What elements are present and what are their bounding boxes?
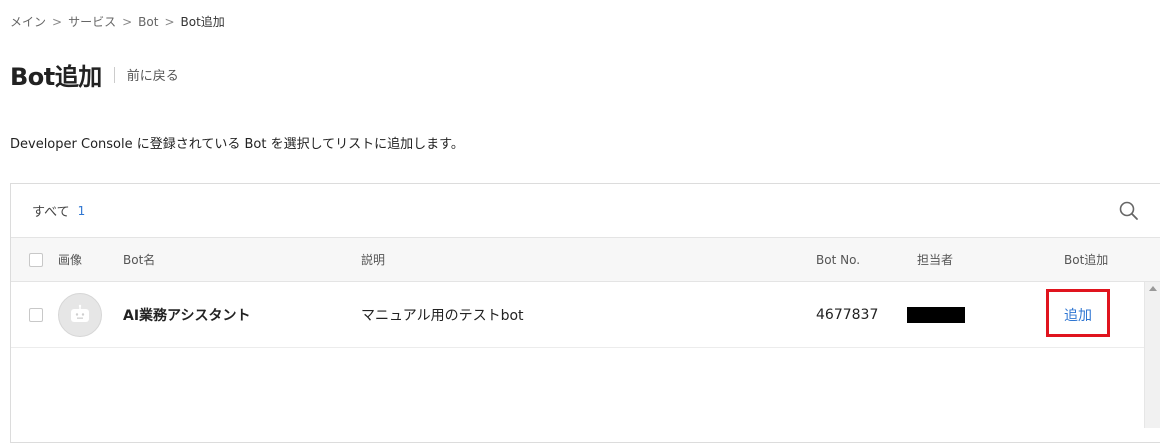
column-header-add: Bot追加: [1064, 253, 1109, 267]
bot-name: AI業務アシスタント: [123, 307, 251, 324]
column-header-bot-no[interactable]: Bot No.: [816, 238, 860, 281]
table-header: 画像 Bot名 説明 Bot No. 担当者 Bot追加: [11, 237, 1160, 282]
column-header-name[interactable]: Bot名: [123, 238, 155, 281]
table-row: AI業務アシスタント マニュアル用のテストbot 4677837 追加: [11, 282, 1160, 348]
filter-bar: すべて 1: [11, 184, 1160, 237]
bot-list-panel: すべて 1 画像 Bot名 説明 Bot No. 担当者 Bot追加 AI業務ア…: [10, 183, 1160, 443]
breadcrumb: メイン > サービス > Bot > Bot追加: [10, 13, 225, 30]
search-icon[interactable]: [1118, 200, 1140, 222]
page-description: Developer Console に登録されている Bot を選択してリストに…: [10, 137, 464, 152]
scroll-up-arrow-icon[interactable]: [1149, 286, 1157, 291]
breadcrumb-item-main[interactable]: メイン: [10, 13, 46, 30]
breadcrumb-item-bot[interactable]: Bot: [138, 15, 158, 29]
chevron-right-icon: >: [122, 14, 133, 29]
page-title: Bot追加: [10, 63, 102, 91]
bot-number: 4677837: [816, 306, 879, 323]
bot-description: マニュアル用のテストbot: [361, 307, 524, 324]
add-button-highlight: [1046, 289, 1110, 337]
breadcrumb-item-current: Bot追加: [180, 15, 225, 29]
chevron-right-icon: >: [164, 14, 175, 29]
filter-all-label[interactable]: すべて: [32, 201, 70, 220]
back-link[interactable]: 前に戻る: [127, 65, 179, 84]
row-select-cell: [29, 282, 43, 347]
vertical-scrollbar[interactable]: [1144, 282, 1160, 428]
owner-redacted: [907, 306, 965, 323]
column-header-image: 画像: [58, 253, 83, 267]
breadcrumb-item-service[interactable]: サービス: [68, 13, 116, 30]
row-checkbox[interactable]: [29, 307, 43, 322]
robot-icon: [71, 304, 89, 322]
title-divider: [113, 66, 115, 83]
filter-all-count: 1: [77, 203, 86, 218]
avatar: [58, 292, 102, 337]
column-header-owner: 担当者: [917, 253, 954, 267]
select-all-cell: [29, 238, 43, 281]
select-all-checkbox[interactable]: [29, 252, 43, 267]
column-header-description: 説明: [361, 253, 386, 267]
avatar-cell: [58, 282, 102, 347]
title-row: Bot追加 前に戻る: [10, 57, 179, 92]
owner-cell: [907, 282, 965, 347]
chevron-right-icon: >: [52, 14, 63, 29]
